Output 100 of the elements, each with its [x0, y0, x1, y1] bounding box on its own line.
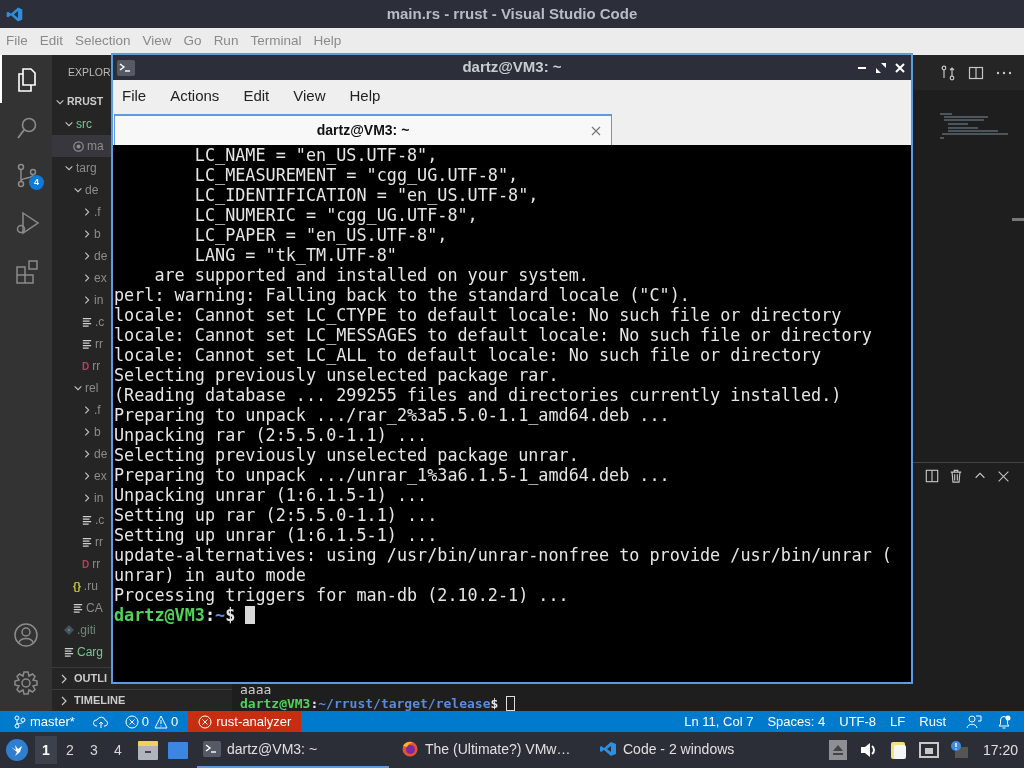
scrollbar[interactable] — [1012, 218, 1024, 221]
taskbar-button[interactable]: dartz@VM3: ~ — [197, 732, 389, 768]
menu-item[interactable]: Terminal — [250, 31, 302, 52]
terminal-tab[interactable]: dartz@VM3: ~ — [114, 114, 612, 145]
taskbar-button[interactable]: The (Ultimate?) VMw… — [395, 732, 587, 768]
chevron-right-icon[interactable] — [82, 273, 92, 283]
tree-item[interactable]: .c — [52, 509, 111, 531]
taskbar-button[interactable]: Code - 2 windows — [593, 732, 785, 768]
close-tab-icon[interactable] — [591, 125, 601, 136]
menu-item[interactable]: Help — [313, 31, 342, 52]
tree-item[interactable]: .giti — [52, 619, 111, 641]
terminal-line: Processing triggers for man-db (2.10.2-1) ... — [114, 585, 570, 605]
chevron-down-icon[interactable] — [73, 383, 83, 393]
tree-item[interactable]: in — [52, 487, 111, 509]
menu-item[interactable]: Run — [213, 31, 239, 52]
file-cabinet-icon[interactable] — [137, 739, 159, 761]
tree-item[interactable]: .f — [52, 201, 111, 223]
menu-item[interactable]: View — [142, 31, 172, 52]
feedback-icon[interactable] — [966, 713, 982, 730]
tree-item[interactable]: RRUST — [52, 91, 111, 113]
status-item[interactable]: LF — [890, 711, 906, 732]
tree-item[interactable]: rel — [52, 377, 111, 399]
menu-item[interactable]: Edit — [39, 31, 64, 52]
trash-icon[interactable] — [949, 469, 963, 483]
branch-status[interactable]: master* — [14, 711, 75, 732]
chevron-down-icon[interactable] — [64, 119, 74, 129]
tree-item[interactable]: ma — [52, 135, 111, 157]
tree-item[interactable]: D rr — [52, 355, 111, 377]
chevron-right-icon[interactable] — [82, 229, 92, 239]
workspace-button[interactable]: 3 — [83, 736, 105, 764]
chevron-down-icon[interactable] — [55, 97, 65, 107]
notification-icon[interactable] — [948, 740, 969, 760]
clock[interactable]: 17:20 — [982, 739, 1018, 761]
tree-item[interactable]: .f — [52, 399, 111, 421]
workspace-button[interactable]: 1 — [35, 736, 57, 764]
tree-item[interactable]: in — [52, 289, 111, 311]
problems-status[interactable]: 0 0 — [124, 711, 179, 732]
tree-item[interactable]: b — [52, 223, 111, 245]
compare-changes-icon[interactable] — [940, 64, 956, 81]
network-icon[interactable] — [918, 740, 939, 760]
menu-item[interactable]: Selection — [75, 31, 131, 52]
tree-item[interactable]: src — [52, 113, 111, 135]
tree-item[interactable]: D rr — [52, 553, 111, 575]
terminal-line: locale: Cannot set LC_CTYPE to default locale: No such file or directory — [114, 305, 843, 325]
section-header[interactable]: OUTLI — [74, 670, 107, 687]
menu-item[interactable]: Actions — [170, 84, 220, 108]
account-icon[interactable] — [13, 622, 39, 648]
tree-item[interactable]: targ — [52, 157, 111, 179]
status-item[interactable]: Rust — [919, 711, 946, 732]
menu-item[interactable]: View — [293, 84, 326, 108]
menu-item[interactable]: File — [6, 31, 28, 52]
section-header[interactable]: TIMELINE — [74, 692, 126, 709]
tree-item[interactable]: de — [52, 245, 111, 267]
extensions-icon[interactable] — [14, 258, 40, 284]
tree-item[interactable]: de — [52, 179, 111, 201]
status-item[interactable]: UTF-8 — [839, 711, 877, 732]
menu-item[interactable]: Edit — [243, 84, 270, 108]
tree-item[interactable]: b — [52, 421, 111, 443]
tree-item[interactable]: CA — [52, 597, 111, 619]
chevron-down-icon[interactable] — [73, 185, 83, 195]
tree-item[interactable]: {} .ru — [52, 575, 111, 597]
tree-item[interactable]: Carg — [52, 641, 111, 663]
split-editor-icon[interactable] — [968, 64, 984, 81]
start-menu-icon[interactable] — [6, 739, 28, 761]
chevron-down-icon[interactable] — [64, 163, 74, 173]
bell-icon[interactable] — [996, 713, 1012, 730]
tree-item[interactable]: .c — [52, 311, 111, 333]
chevron-right-icon[interactable] — [82, 471, 92, 481]
split-terminal-icon[interactable] — [925, 469, 939, 483]
chevron-right-icon[interactable] — [82, 427, 92, 437]
workspace-button[interactable]: 2 — [59, 736, 81, 764]
desktop-icon[interactable] — [167, 739, 189, 761]
tree-item[interactable]: rr — [52, 333, 111, 355]
clipboard-icon[interactable] — [888, 740, 909, 760]
tree-item[interactable]: ex — [52, 465, 111, 487]
settings-icon[interactable] — [13, 670, 39, 696]
cloud-upload-icon[interactable] — [92, 714, 109, 729]
restore-icon[interactable] — [876, 62, 886, 73]
chevron-right-icon[interactable] — [82, 493, 92, 503]
tree-item[interactable]: rr — [52, 531, 111, 553]
workspace-button[interactable]: 4 — [107, 736, 129, 764]
close-icon[interactable] — [997, 469, 1010, 483]
chevron-right-icon[interactable] — [82, 295, 92, 305]
more-icon[interactable] — [996, 70, 1012, 75]
run-debug-icon[interactable] — [14, 210, 40, 236]
rust-analyzer-status[interactable]: rust-analyzer — [188, 711, 302, 732]
chevron-right-icon[interactable] — [82, 449, 92, 459]
menu-item[interactable]: File — [122, 84, 147, 108]
status-item[interactable]: Spaces: 4 — [767, 711, 826, 732]
tree-item[interactable]: de — [52, 443, 111, 465]
chevron-right-icon[interactable] — [82, 207, 92, 217]
menu-item[interactable]: Help — [349, 84, 381, 108]
status-item[interactable]: Ln 11, Col 7 — [684, 711, 754, 732]
terminal-line: Preparing to unpack .../rar_2%3a5.5.0-1.1_amd64.deb ... — [114, 405, 671, 425]
tree-item[interactable]: ex — [52, 267, 111, 289]
cursor — [245, 606, 256, 624]
chevron-right-icon[interactable] — [82, 405, 92, 415]
menu-item[interactable]: Go — [183, 31, 202, 52]
chevron-right-icon[interactable] — [82, 251, 92, 261]
eject-icon[interactable] — [828, 740, 849, 760]
